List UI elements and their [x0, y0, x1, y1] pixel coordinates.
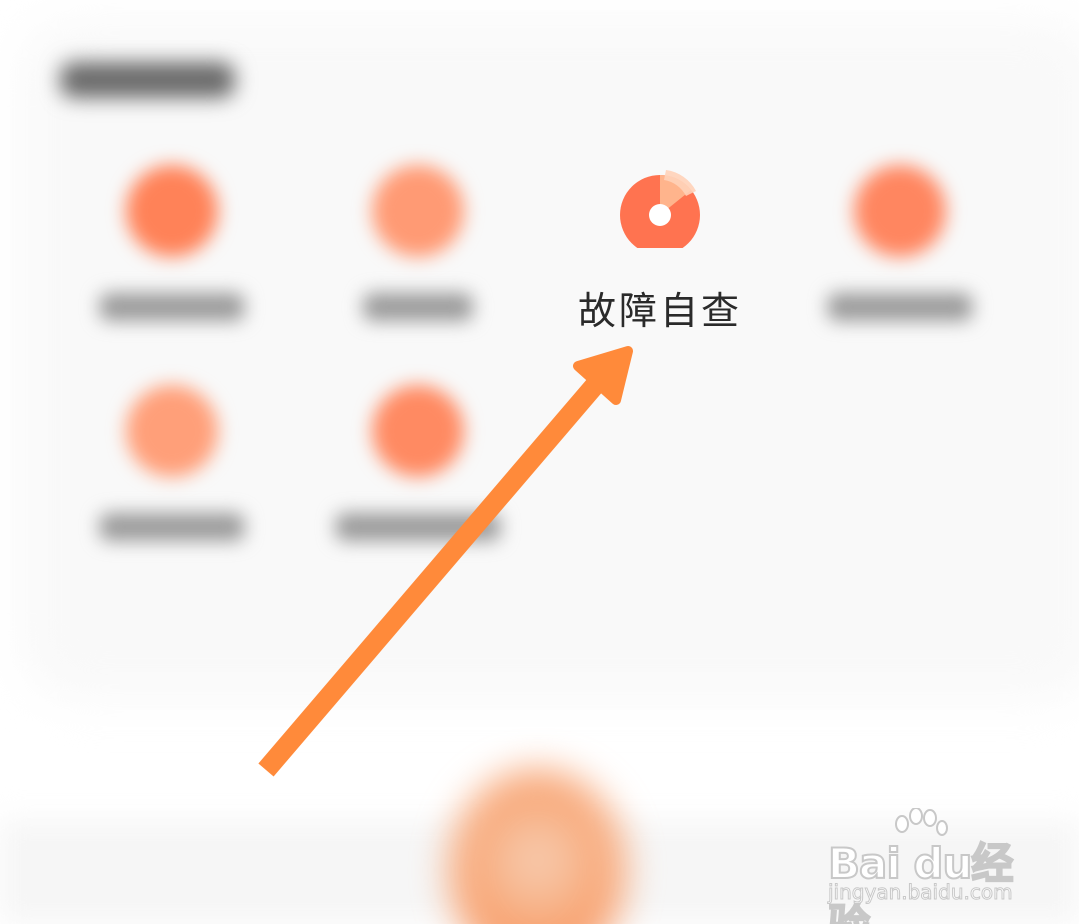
watermark-url: jingyan.baidu.com: [828, 880, 1014, 905]
watermark-brand: Bai du经验: [827, 838, 1014, 924]
screen: 故障自查 Bai du经验 jingyan.baidu.com: [0, 0, 1079, 924]
baidu-watermark: Bai du经验 jingyan.baidu.com: [820, 808, 1040, 924]
